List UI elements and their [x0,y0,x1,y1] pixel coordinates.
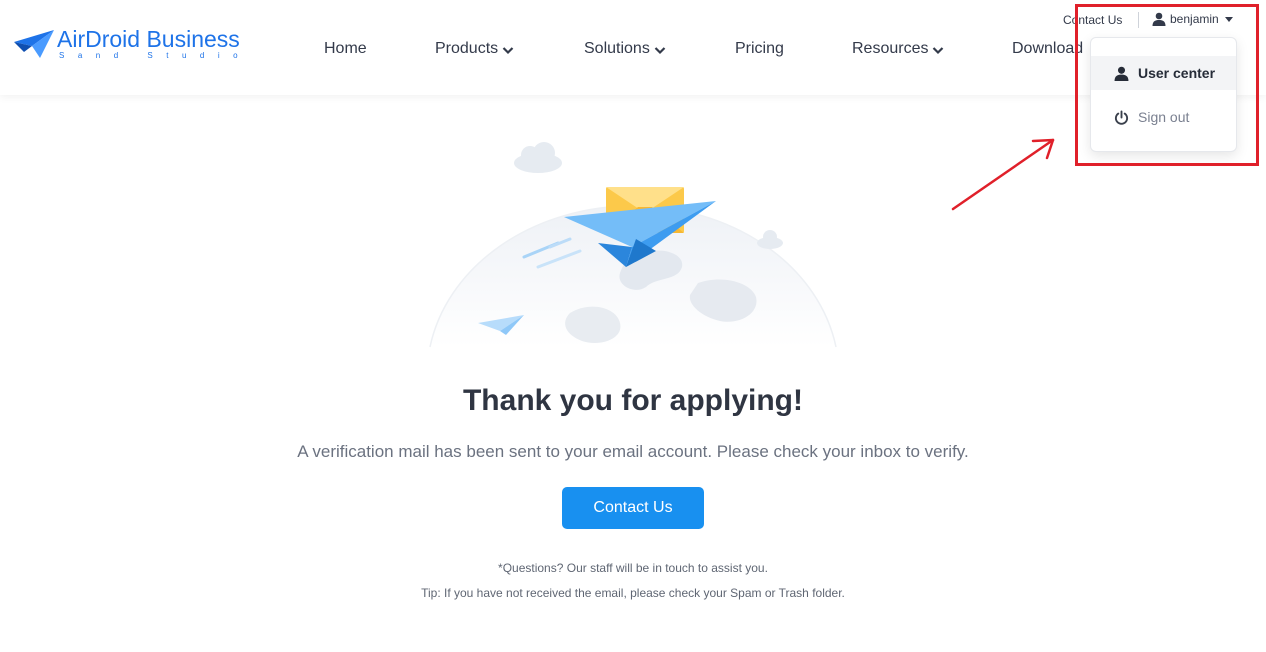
nav-home-label: Home [324,40,367,57]
nav-resources-label: Resources [852,40,929,57]
chevron-down-icon [933,46,944,54]
chevron-down-icon [502,46,514,54]
tip-note: Tip: If you have not received the email,… [421,586,845,600]
logo-name: AirDroid Business [57,26,240,52]
nav-resources[interactable]: Resources [852,40,944,58]
contact-us-button[interactable]: Contact Us [562,487,704,529]
questions-note: *Questions? Our staff will be in touch t… [498,561,768,575]
cloud-icon [514,142,562,173]
nav-home[interactable]: Home [324,40,367,58]
nav-products[interactable]: Products [435,40,514,58]
nav-pricing-label: Pricing [735,40,784,57]
nav-download[interactable]: Download [1012,40,1083,58]
logo-subtitle: Sand Studio [59,51,252,60]
nav-pricing[interactable]: Pricing [735,40,784,58]
mail-sent-illustration [429,142,837,348]
page-title: Thank you for applying! [462,384,803,417]
nav-solutions[interactable]: Solutions [584,40,666,58]
annotation-highlight-box [1075,4,1259,166]
annotation-arrow [951,138,1055,211]
nav-download-label: Download [1012,40,1084,57]
nav-solutions-label: Solutions [584,40,650,57]
chevron-down-icon [654,46,666,54]
nav-products-label: Products [435,40,499,57]
verification-message: A verification mail has been sent to you… [297,442,969,461]
paper-plane-logo-icon [14,30,54,58]
airdroid-logo[interactable]: AirDroid Business Sand Studio [14,26,254,66]
